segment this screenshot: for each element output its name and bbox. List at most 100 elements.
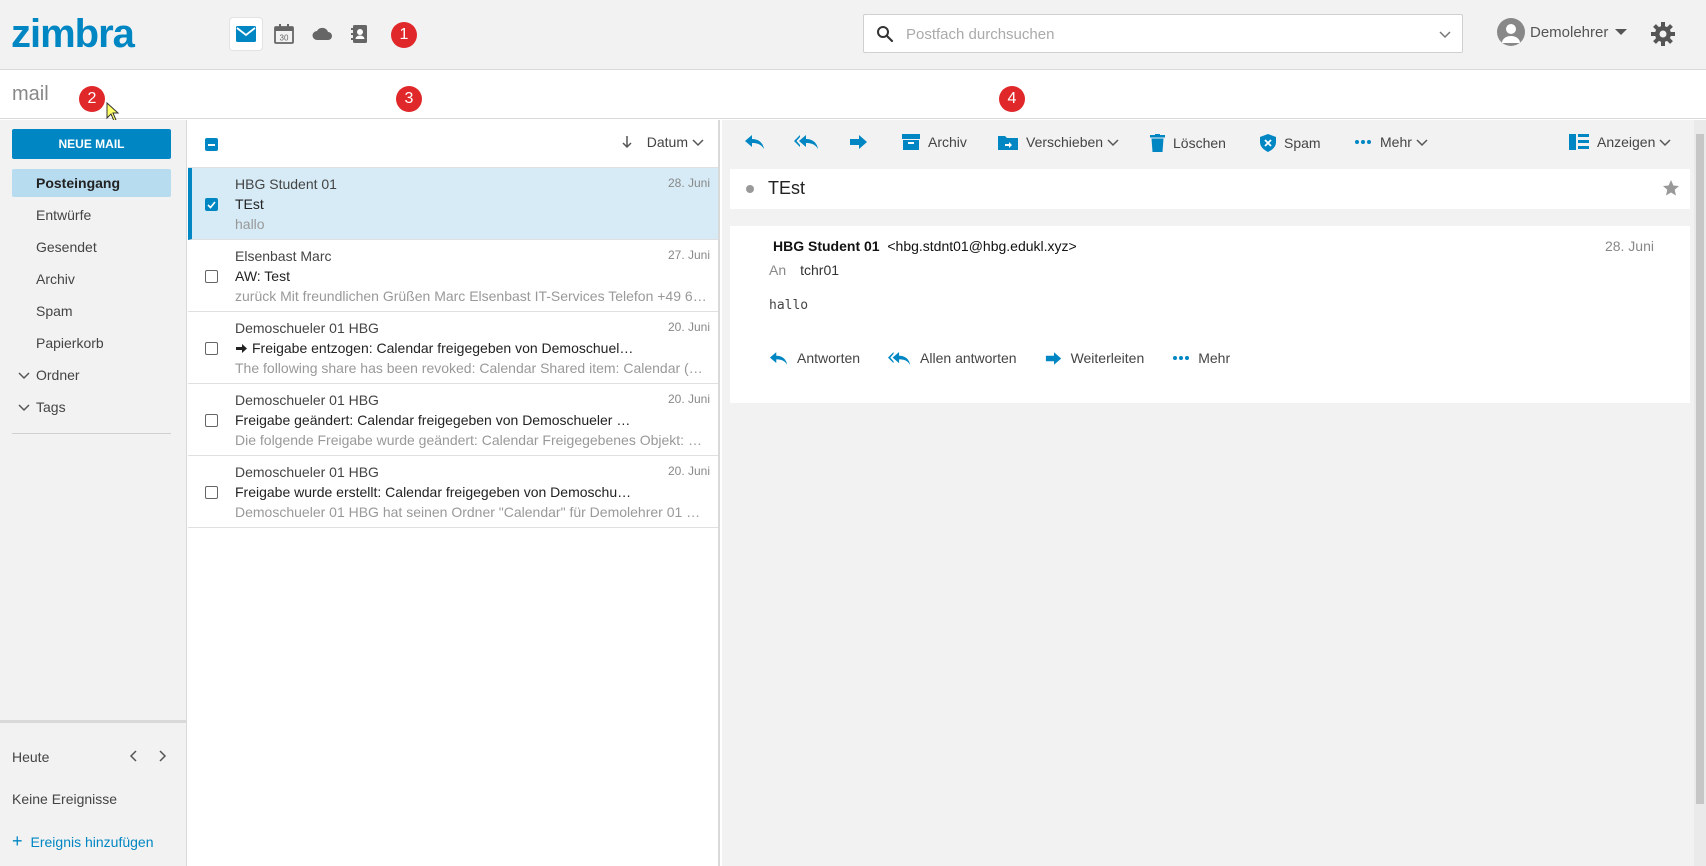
conversation-subject-bar: TEst (730, 169, 1690, 209)
star-icon (1663, 180, 1679, 196)
more-action-button[interactable]: Mehr (1172, 350, 1230, 366)
arrow-down-icon[interactable] (621, 135, 633, 149)
folders-group-toggle[interactable]: Ordner (12, 361, 171, 389)
folder-spam[interactable]: Spam (12, 297, 171, 325)
briefcase-app-button[interactable] (306, 18, 338, 50)
settings-button[interactable] (1650, 21, 1676, 47)
forward-icon (1045, 351, 1061, 365)
message-subject: Freigabe geändert: Calendar freigegeben … (235, 412, 635, 428)
tags-group-toggle[interactable]: Tags (12, 393, 171, 421)
calendar-app-button[interactable]: 30 (268, 18, 300, 50)
message-date: 28. Juni (1604, 238, 1654, 254)
delete-label: Löschen (1173, 135, 1226, 151)
reading-pane-scrollbar[interactable] (1694, 120, 1706, 866)
sort-label: Datum (646, 134, 688, 150)
message-sender: Demoschueler 01 HBG (235, 320, 379, 336)
message-subject-wrap: Freigabe entzogen: Calendar freigegeben … (235, 340, 635, 356)
spam-label: Spam (1284, 135, 1321, 151)
message-preview: zurück Mit freundlichen Grüßen Marc Else… (235, 288, 710, 304)
message-sender: Elsenbast Marc (235, 248, 332, 264)
message-subject: TEst (235, 196, 264, 212)
message-date: 20. Juni (667, 392, 710, 406)
archive-icon (902, 134, 920, 150)
new-mail-button[interactable]: NEUE MAIL (12, 129, 171, 159)
reply-action-button[interactable]: Antworten (769, 350, 860, 366)
folder-archive[interactable]: Archiv (12, 265, 171, 293)
mini-calendar-panel: Heute Keine Ereignisse + Ereignis hinzuf… (0, 720, 187, 866)
view-button[interactable]: Anzeigen (1569, 134, 1671, 150)
app-switcher: 30 (230, 18, 382, 50)
next-day-button[interactable] (148, 749, 176, 763)
user-name: Demolehrer (1530, 23, 1609, 41)
reply-all-action-button[interactable]: Allen antworten (888, 350, 1017, 366)
message-row[interactable]: Demoschueler 01 HBG 20. Juni Freigabe wu… (188, 456, 718, 528)
message-row[interactable]: HBG Student 01 28. Juni TEst hallo (188, 168, 718, 240)
sender-email[interactable]: <hbg.stdnt01@hbg.edukl.xyz> (887, 238, 1076, 254)
search-input[interactable] (906, 23, 1406, 45)
move-button[interactable]: Verschieben (998, 134, 1119, 150)
annotation-marker-4: 4 (999, 86, 1025, 112)
scrollbar-thumb[interactable] (1696, 134, 1704, 804)
folder-trash[interactable]: Papierkorb (12, 329, 171, 357)
folder-inbox[interactable]: Posteingang (12, 169, 171, 197)
reply-button[interactable] (744, 134, 774, 150)
read-status-dot[interactable] (746, 185, 754, 193)
prev-day-button[interactable] (120, 749, 148, 763)
contacts-app-button[interactable] (344, 18, 376, 50)
message-checkbox[interactable] (205, 270, 218, 283)
message-checkbox[interactable] (205, 414, 218, 427)
spam-button[interactable]: Spam (1260, 134, 1321, 152)
annotation-marker-3: 3 (396, 86, 422, 112)
message-preview: hallo (235, 216, 265, 232)
archive-button[interactable]: Archiv (902, 134, 967, 150)
zimbra-logo[interactable]: zimbra (11, 12, 135, 57)
reply-action-label: Antworten (797, 350, 861, 366)
message-recipients: An tchr01 (769, 262, 839, 278)
chevron-down-icon[interactable] (1438, 27, 1452, 41)
more-button[interactable]: Mehr (1354, 134, 1428, 150)
message-row[interactable]: Elsenbast Marc 27. Juni AW: Test zurück … (188, 240, 718, 312)
folders-group-label: Ordner (36, 367, 80, 383)
calendar-nav (120, 749, 176, 763)
search-icon (876, 25, 894, 43)
message-row[interactable]: Demoschueler 01 HBG 20. Juni Freigabe ge… (188, 384, 718, 456)
recipient-name[interactable]: tchr01 (800, 262, 839, 278)
sidebar-divider (12, 433, 171, 434)
more-label: Mehr (1380, 134, 1412, 150)
reply-all-button[interactable] (794, 134, 828, 150)
to-label: An (769, 262, 787, 278)
today-label[interactable]: Heute (12, 749, 49, 765)
flag-button[interactable] (1662, 179, 1680, 197)
message-body: hallo (769, 298, 809, 313)
message-checkbox[interactable] (205, 342, 218, 355)
calendar-icon: 30 (274, 24, 294, 44)
message-preview: Demoschueler 01 HBG hat seinen Ordner "C… (235, 504, 710, 520)
plus-icon: + (12, 831, 23, 851)
sort-control[interactable]: Datum (621, 134, 704, 150)
message-actions: Antworten Allen antworten Weiterleiten M… (769, 350, 1258, 366)
message-list-header: Datum (188, 120, 718, 168)
message-from: HBG Student 01 <hbg.stdnt01@hbg.edukl.xy… (773, 238, 1077, 254)
conversation-subject: TEst (768, 178, 806, 198)
message-preview: The following share has been revoked: Ca… (235, 360, 710, 376)
delete-button[interactable]: Löschen (1150, 134, 1226, 152)
select-all-checkbox[interactable] (205, 138, 218, 151)
user-menu[interactable]: Demolehrer (1497, 18, 1630, 46)
message-date: 20. Juni (667, 320, 710, 334)
forward-action-button[interactable]: Weiterleiten (1045, 350, 1144, 366)
search-box[interactable] (863, 14, 1463, 53)
no-events-label: Keine Ereignisse (12, 791, 118, 807)
reply-all-icon (794, 135, 818, 149)
sender-name[interactable]: HBG Student 01 (773, 238, 880, 254)
add-event-link[interactable]: + Ereignis hinzufügen (12, 831, 154, 852)
forward-button[interactable] (849, 134, 877, 150)
message-checkbox[interactable] (205, 486, 218, 499)
message-row[interactable]: Demoschueler 01 HBG 20. Juni Freigabe en… (188, 312, 718, 384)
chevron-down-icon (692, 139, 704, 147)
page-title: mail (12, 83, 49, 105)
folder-sent[interactable]: Gesendet (12, 233, 171, 261)
chevron-down-icon (1416, 139, 1428, 147)
message-checkbox[interactable] (205, 198, 218, 211)
mail-app-button[interactable] (230, 18, 262, 50)
folder-drafts[interactable]: Entwürfe (12, 201, 171, 229)
